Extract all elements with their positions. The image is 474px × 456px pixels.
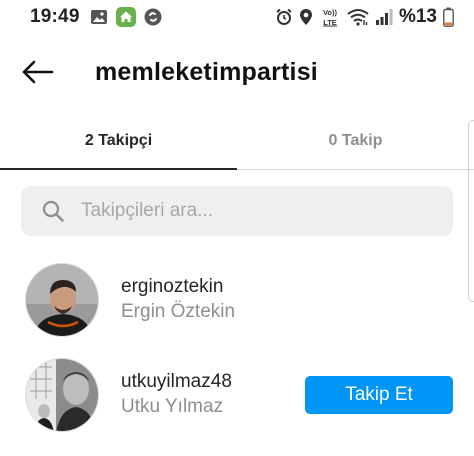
volte-icon: Vo)) LTE (319, 7, 341, 27)
page-title: memleketimpartisi (95, 57, 318, 86)
status-right-icons: Vo)) LTE %13 (275, 6, 454, 28)
svg-text:Vo)): Vo)) (323, 8, 338, 17)
status-left-icons (90, 7, 162, 27)
back-button[interactable] (18, 52, 58, 92)
search-input[interactable] (81, 200, 441, 222)
image-icon (90, 9, 108, 25)
avatar[interactable] (25, 358, 99, 432)
list-item[interactable]: utkuyilmaz48 Utku Yılmaz Takip Et (0, 355, 474, 435)
home-app-icon (115, 7, 136, 27)
alarm-icon (275, 8, 293, 26)
user-text: erginoztekin Ergin Öztekin (121, 275, 235, 325)
tab-following[interactable]: 0 Takip (237, 112, 474, 169)
follow-button[interactable]: Takip Et (305, 376, 453, 414)
user-text: utkuyilmaz48 Utku Yılmaz (121, 370, 232, 420)
tab-bar: 2 Takipçi 0 Takip (0, 112, 474, 170)
list-item[interactable]: erginoztekin Ergin Öztekin (0, 260, 474, 340)
search-box[interactable] (21, 186, 453, 236)
location-icon (299, 8, 313, 26)
full-name: Ergin Öztekin (121, 301, 236, 322)
username[interactable]: utkuyilmaz48 (121, 370, 232, 394)
battery-icon (443, 7, 454, 27)
signal-icon (375, 8, 393, 26)
username[interactable]: erginoztekin (121, 275, 235, 299)
wifi-icon (347, 8, 369, 26)
status-time: 19:49 (30, 6, 80, 27)
header: memleketimpartisi (0, 44, 474, 100)
status-bar: 19:49 Vo)) LTE %13 (0, 0, 474, 34)
tab-followers[interactable]: 2 Takipçi (0, 112, 237, 170)
search-icon (41, 199, 65, 223)
shazam-icon (144, 8, 162, 26)
back-arrow-icon (22, 60, 54, 84)
battery-percentage: %13 (398, 6, 437, 27)
avatar[interactable] (25, 263, 99, 337)
full-name: Utku Yılmaz (121, 396, 224, 417)
